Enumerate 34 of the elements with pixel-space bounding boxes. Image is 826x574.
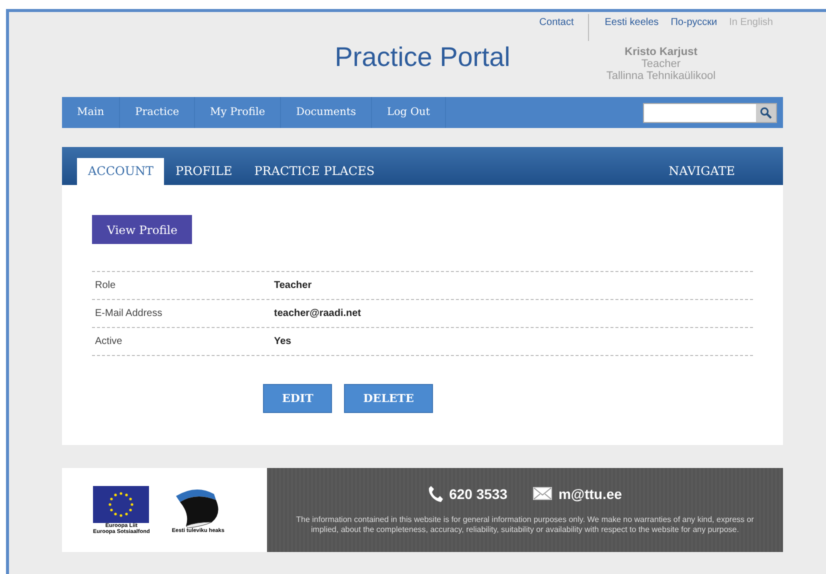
language-link[interactable]: Eesti keeles [598,14,665,41]
field-label: Role [94,280,117,291]
view-profile-button[interactable]: View Profile [92,215,192,244]
tab[interactable]: ACCOUNT [77,158,164,185]
action-button[interactable]: EDIT [263,384,332,413]
field-value: Yes [274,336,292,347]
field-label: E-Mail Address [94,308,164,319]
tab[interactable]: PRACTICE PLACES [243,158,386,185]
nav-item[interactable]: My Profile [195,97,282,128]
field-label: Active [94,336,124,347]
envelope-icon [533,487,552,500]
field-value: teacher@raadi.net [274,308,362,319]
search-icon [760,106,772,118]
phone-number: 620 3533 [449,486,508,502]
navigate-menu[interactable]: NAVIGATE [668,158,735,185]
tab[interactable]: PROFILE [164,158,244,185]
language-link[interactable]: По-русски [664,14,724,41]
user-role: Teacher [640,58,682,70]
eu-flag-icon [93,486,150,522]
email-address[interactable]: m@ttu.ee [558,486,622,502]
nav-item[interactable]: Log Out [372,97,446,128]
user-name: Kristo Karjust [624,46,698,58]
language-link[interactable]: Contact [533,14,589,41]
site-title: Practice Portal [334,42,510,74]
nav-item[interactable]: Documents [281,97,372,128]
field-value: Teacher [274,280,313,291]
nav-item[interactable]: Main [62,97,120,128]
search-field[interactable] [643,102,777,122]
nav-item[interactable]: Practice [120,97,196,128]
user-school: Tallinna Tehnikaülikool [605,70,717,82]
phone-icon [428,485,444,502]
search-button[interactable] [756,104,776,122]
action-button[interactable]: DELETE [344,384,433,413]
disclaimer-text: The information contained in this website is for general information purposes only. We make no warranties of any kind, express or implied, about the completeness, accuracy, reliability, suitability or availability with respect to the website for any purpose. [295,515,755,535]
